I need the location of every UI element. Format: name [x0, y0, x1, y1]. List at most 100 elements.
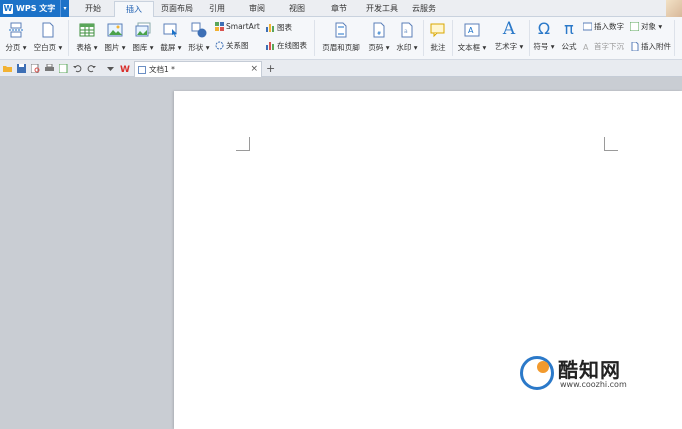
chart-button[interactable]: 图表 — [266, 22, 292, 33]
wordart-icon: A — [502, 19, 516, 39]
app-menu-button[interactable]: W WPS 文字 ▾ — [0, 0, 69, 17]
wps-logo-icon[interactable]: W — [120, 64, 131, 73]
menu-bar: W WPS 文字 ▾ 开始 插入 页面布局 引用 审阅 视图 章节 开发工具 云… — [0, 0, 682, 18]
wordart-button[interactable]: A 艺术字 ▾ — [492, 19, 526, 52]
blank-page-button[interactable]: 空白页 ▾ — [32, 22, 64, 53]
picture-button[interactable]: 图片 ▾ — [102, 22, 128, 53]
ribbon-divider — [68, 20, 69, 56]
tab-review[interactable]: 审阅 — [240, 0, 274, 17]
table-button[interactable]: 表格 ▾ — [74, 22, 100, 53]
formula-button[interactable]: π 公式 — [558, 19, 580, 52]
watermark-icon: a — [401, 22, 413, 38]
ribbon-divider — [674, 20, 675, 56]
object-label: 对象 ▾ — [641, 22, 663, 31]
textbox-button[interactable]: A 文本框 ▾ — [456, 22, 488, 53]
header-footer-button[interactable]: 页眉和页脚 — [320, 22, 362, 53]
user-avatar[interactable] — [666, 0, 682, 17]
relation-chart-icon — [215, 41, 224, 50]
page-break-icon — [9, 22, 23, 38]
watermark-label: 水印 ▾ — [396, 43, 418, 52]
attachment-button[interactable]: 插入附件 — [630, 41, 671, 52]
svg-text:a: a — [404, 28, 408, 35]
open-icon[interactable] — [3, 64, 12, 73]
watermark-logo-icon — [520, 356, 554, 390]
smartart-button[interactable]: SmartArt — [215, 22, 260, 31]
drop-cap-label: 首字下沉 — [594, 42, 624, 51]
print-preview-icon[interactable] — [31, 64, 40, 73]
wps-logo-icon: W — [3, 3, 13, 14]
insert-number-button[interactable]: 插入数字 — [583, 21, 624, 32]
svg-text:#: # — [377, 31, 381, 37]
online-chart-label: 在线图表 — [277, 41, 307, 50]
shapes-icon — [191, 22, 207, 38]
tab-insert[interactable]: 插入 — [114, 1, 154, 18]
relation-chart-label: 关系图 — [226, 41, 249, 50]
tab-developer[interactable]: 开发工具 — [362, 0, 402, 17]
screenshot-button[interactable]: 截屏 ▾ — [158, 22, 184, 53]
print-icon[interactable] — [45, 64, 54, 73]
page-number-button[interactable]: # 页码 ▾ — [366, 22, 392, 53]
margin-marker-top-right — [604, 137, 618, 151]
page-break-button[interactable]: 分页 ▾ — [4, 22, 28, 53]
ribbon-divider — [529, 20, 530, 56]
header-footer-icon — [335, 22, 347, 38]
formula-label: 公式 — [561, 42, 577, 51]
table-icon — [79, 23, 95, 37]
comment-button[interactable]: 批注 — [427, 22, 449, 53]
blank-page-label: 空白页 ▾ — [33, 43, 63, 52]
chevron-down-icon[interactable]: ▾ — [60, 0, 69, 17]
gallery-icon — [135, 22, 151, 37]
customize-icon[interactable] — [106, 64, 115, 73]
close-icon[interactable]: × — [250, 62, 258, 77]
drop-cap-icon: A — [583, 43, 589, 51]
document-tab[interactable]: 文档1 * × — [134, 61, 262, 77]
tab-references[interactable]: 引用 — [202, 0, 232, 17]
tab-page-layout[interactable]: 页面布局 — [156, 0, 198, 17]
smartart-icon — [215, 22, 224, 31]
ribbon-divider — [452, 20, 453, 56]
object-button[interactable]: 对象 ▾ — [630, 21, 662, 32]
drop-cap-button[interactable]: A 首字下沉 — [583, 41, 624, 52]
export-icon[interactable] — [59, 64, 68, 73]
ribbon-divider — [423, 20, 424, 56]
header-footer-label: 页眉和页脚 — [322, 43, 360, 52]
online-chart-button[interactable]: 在线图表 — [266, 40, 307, 51]
omega-icon: Ω — [537, 19, 551, 38]
screenshot-icon — [163, 23, 177, 37]
redo-icon[interactable] — [87, 64, 96, 73]
margin-marker-top-left — [236, 137, 250, 151]
save-icon[interactable] — [17, 64, 26, 73]
svg-text:A: A — [468, 26, 474, 35]
shapes-button[interactable]: 形状 ▾ — [186, 22, 212, 53]
tab-section[interactable]: 章节 — [322, 0, 356, 17]
symbol-label: 符号 ▾ — [533, 42, 555, 51]
gallery-label: 图库 ▾ — [132, 43, 154, 52]
pi-icon: π — [564, 19, 574, 38]
svg-text:A: A — [583, 43, 589, 51]
symbol-button[interactable]: Ω 符号 ▾ — [532, 19, 556, 52]
watermark-button[interactable]: a 水印 ▾ — [394, 22, 420, 53]
table-label: 表格 ▾ — [76, 43, 98, 52]
textbox-icon: A — [464, 23, 480, 37]
site-watermark: 酷知网 www.coozhi.com — [516, 354, 651, 404]
attachment-icon — [631, 42, 639, 51]
page-number-label: 页码 ▾ — [368, 43, 390, 52]
tab-view[interactable]: 视图 — [280, 0, 314, 17]
relation-chart-button[interactable]: 关系图 — [215, 40, 249, 51]
gallery-button[interactable]: 图库 ▾ — [130, 22, 156, 53]
undo-icon[interactable] — [73, 64, 82, 73]
object-icon — [630, 22, 639, 31]
online-chart-icon — [266, 42, 274, 50]
attachment-label: 插入附件 — [641, 42, 671, 51]
quick-access-bar: W 文档1 * × + — [0, 60, 682, 77]
bar-chart-icon — [266, 24, 274, 32]
tab-home[interactable]: 开始 — [76, 0, 110, 17]
document-icon — [138, 66, 146, 74]
new-tab-button[interactable]: + — [266, 61, 275, 76]
tab-cloud[interactable]: 云服务 — [406, 0, 442, 17]
screenshot-label: 截屏 ▾ — [160, 43, 182, 52]
smartart-label: SmartArt — [226, 22, 260, 31]
textbox-label: 文本框 ▾ — [457, 43, 487, 52]
insert-number-label: 插入数字 — [594, 22, 624, 31]
comment-label: 批注 — [430, 43, 446, 52]
